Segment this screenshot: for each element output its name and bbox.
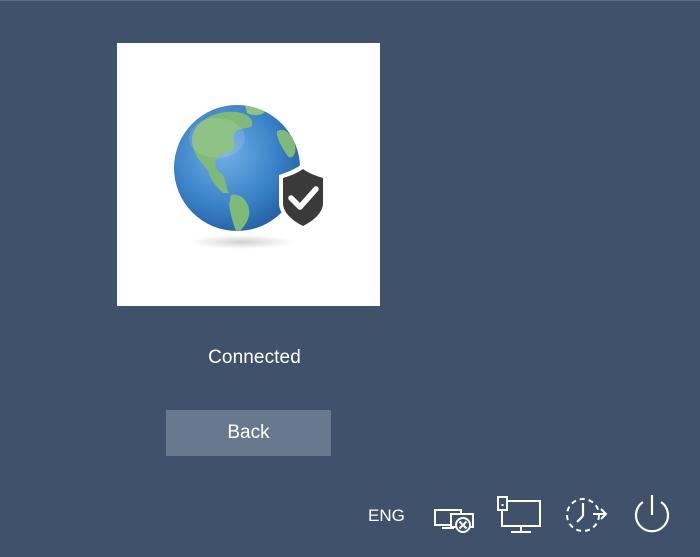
remote-desktop-icon[interactable] xyxy=(496,495,544,535)
system-tray: ENG xyxy=(0,490,700,540)
user-tile xyxy=(117,43,380,306)
power-icon[interactable] xyxy=(631,493,673,537)
globe-shield-icon xyxy=(174,105,327,249)
connection-status-text: Connected xyxy=(208,347,301,368)
language-indicator[interactable]: ENG xyxy=(368,506,405,526)
top-divider xyxy=(0,0,700,1)
network-disconnected-icon[interactable] xyxy=(433,504,477,534)
ease-of-access-icon[interactable] xyxy=(563,494,609,536)
back-button[interactable]: Back xyxy=(166,410,331,456)
